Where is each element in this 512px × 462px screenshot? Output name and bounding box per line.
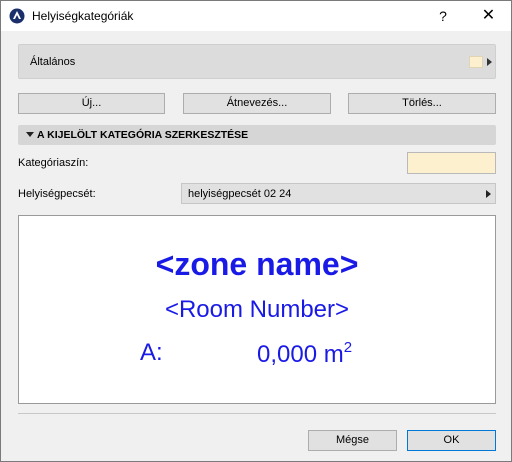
preview-room-number: <Room Number> (164, 296, 350, 323)
window-title: Helyiségkategóriák (32, 9, 134, 23)
rename-button[interactable]: Átnevezés... (183, 93, 331, 114)
preview-area-label: A: (140, 339, 163, 366)
category-color-swatch (469, 56, 483, 68)
zone-stamp-value: helyiségpecsét 02 24 (188, 188, 292, 200)
zone-stamp-select[interactable]: helyiségpecsét 02 24 (181, 183, 496, 204)
ok-button[interactable]: OK (407, 430, 496, 451)
close-button[interactable]: ✕ (466, 1, 511, 31)
delete-button[interactable]: Törlés... (348, 93, 496, 114)
category-selected-label: Általános (30, 56, 76, 68)
app-icon (9, 8, 25, 24)
dialog-window: Helyiségkategóriák ? ✕ Általános Új... Á… (0, 0, 512, 462)
area-unit-exponent: 2 (343, 339, 353, 356)
area-number: 0,000 m (257, 341, 344, 368)
edit-section-header[interactable]: A KIJELÖLT KATEGÓRIA SZERKESZTÉSE (18, 125, 496, 145)
chevron-right-icon[interactable] (487, 58, 492, 66)
preview-area-value: 0,000 m2 (257, 339, 352, 369)
help-button[interactable]: ? (421, 1, 465, 31)
cancel-button[interactable]: Mégse (308, 430, 397, 451)
stamp-preview: <zone name> <Room Number> A: 0,000 m2 (18, 215, 496, 404)
category-color-label: Kategóriaszín: (18, 157, 89, 169)
title-bar: Helyiségkategóriák ? ✕ (1, 1, 511, 31)
new-button[interactable]: Új... (18, 93, 165, 114)
zone-stamp-label: Helyiségpecsét: (18, 188, 96, 200)
section-title: A KIJELÖLT KATEGÓRIA SZERKESZTÉSE (37, 129, 249, 141)
category-color-field[interactable] (407, 152, 496, 174)
footer-divider (18, 413, 496, 414)
triangle-down-icon (26, 132, 34, 137)
category-selector[interactable]: Általános (18, 44, 496, 79)
preview-zone-name: <zone name> (155, 246, 359, 282)
chevron-right-icon (486, 190, 491, 198)
